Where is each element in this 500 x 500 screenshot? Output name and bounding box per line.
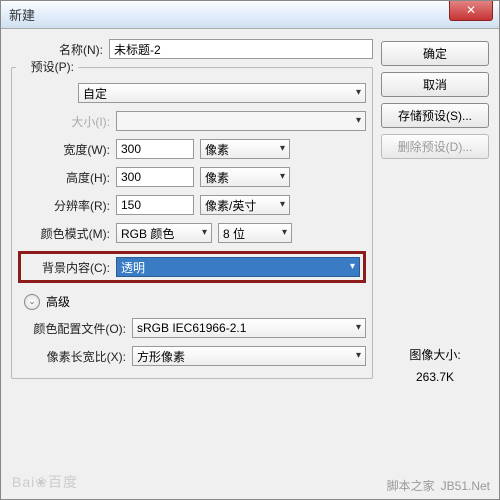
colorprofile-label: 颜色配置文件(O): bbox=[18, 320, 126, 337]
site-url: JB51.Net bbox=[441, 479, 490, 493]
height-label: 高度(H): bbox=[18, 169, 110, 186]
height-input[interactable] bbox=[116, 167, 194, 187]
chevron-down-icon: ▾ bbox=[282, 227, 287, 238]
preset-label: 预设(P): bbox=[20, 58, 74, 75]
chevron-down-icon: ▾ bbox=[356, 87, 361, 98]
resolution-unit-dropdown[interactable]: 像素/英寸▾ bbox=[200, 195, 290, 215]
colorprofile-dropdown[interactable]: sRGB IEC61966-2.1▾ bbox=[132, 318, 366, 338]
bgcontent-label: 背景内容(C): bbox=[24, 259, 110, 276]
close-button[interactable]: ✕ bbox=[449, 1, 493, 21]
bgcontent-dropdown[interactable]: 透明▾ bbox=[116, 257, 360, 277]
ok-button[interactable]: 确定 bbox=[381, 41, 489, 66]
image-size-label: 图像大小: bbox=[381, 345, 489, 367]
settings-group: 预设(P): 自定▾ 大小(I): ▾ 宽度(W): 像素▾ 高度(H): bbox=[11, 67, 373, 379]
titlebar: 新建 ✕ bbox=[1, 1, 499, 29]
expand-icon: ⌄ bbox=[24, 294, 40, 310]
width-unit-dropdown[interactable]: 像素▾ bbox=[200, 139, 290, 159]
bg-content-highlight: 背景内容(C): 透明▾ bbox=[18, 251, 366, 283]
colormode-dropdown[interactable]: RGB 颜色▾ bbox=[116, 223, 212, 243]
pixelaspect-label: 像素长宽比(X): bbox=[18, 348, 126, 365]
chevron-down-icon: ▾ bbox=[350, 261, 355, 272]
resolution-label: 分辨率(R): bbox=[18, 197, 110, 214]
advanced-toggle[interactable]: ⌄ 高级 bbox=[24, 293, 366, 310]
new-document-dialog: 新建 ✕ 名称(N): 预设(P): 自定▾ 大小(I): ▾ bbox=[0, 0, 500, 500]
image-size-value: 263.7K bbox=[381, 367, 489, 389]
close-icon: ✕ bbox=[466, 3, 476, 17]
baidu-watermark: Bai❀百度 bbox=[12, 472, 78, 492]
site-name: 脚本之家 bbox=[387, 477, 435, 494]
colormode-label: 颜色模式(M): bbox=[18, 225, 110, 242]
resolution-input[interactable] bbox=[116, 195, 194, 215]
width-input[interactable] bbox=[116, 139, 194, 159]
chevron-down-icon: ▾ bbox=[356, 322, 361, 333]
chevron-down-icon: ▾ bbox=[280, 199, 285, 210]
height-unit-dropdown[interactable]: 像素▾ bbox=[200, 167, 290, 187]
name-input[interactable] bbox=[109, 39, 373, 59]
chevron-down-icon: ▾ bbox=[356, 350, 361, 361]
window-title: 新建 bbox=[9, 5, 35, 24]
preset-dropdown[interactable]: 自定▾ bbox=[78, 83, 366, 103]
bits-dropdown[interactable]: 8 位▾ bbox=[218, 223, 292, 243]
delete-preset-button: 删除预设(D)... bbox=[381, 134, 489, 159]
advanced-label: 高级 bbox=[46, 293, 70, 310]
chevron-down-icon: ▾ bbox=[356, 115, 361, 126]
size-dropdown: ▾ bbox=[116, 111, 366, 131]
pixelaspect-dropdown[interactable]: 方形像素▾ bbox=[132, 346, 366, 366]
chevron-down-icon: ▾ bbox=[280, 171, 285, 182]
cancel-button[interactable]: 取消 bbox=[381, 72, 489, 97]
name-label: 名称(N): bbox=[11, 41, 103, 58]
size-label: 大小(I): bbox=[18, 113, 110, 130]
chevron-down-icon: ▾ bbox=[280, 143, 285, 154]
image-size-info: 图像大小: 263.7K bbox=[381, 345, 489, 388]
site-watermark: 脚本之家 JB51.Net bbox=[387, 477, 490, 494]
save-preset-button[interactable]: 存储预设(S)... bbox=[381, 103, 489, 128]
chevron-down-icon: ▾ bbox=[202, 227, 207, 238]
width-label: 宽度(W): bbox=[18, 141, 110, 158]
